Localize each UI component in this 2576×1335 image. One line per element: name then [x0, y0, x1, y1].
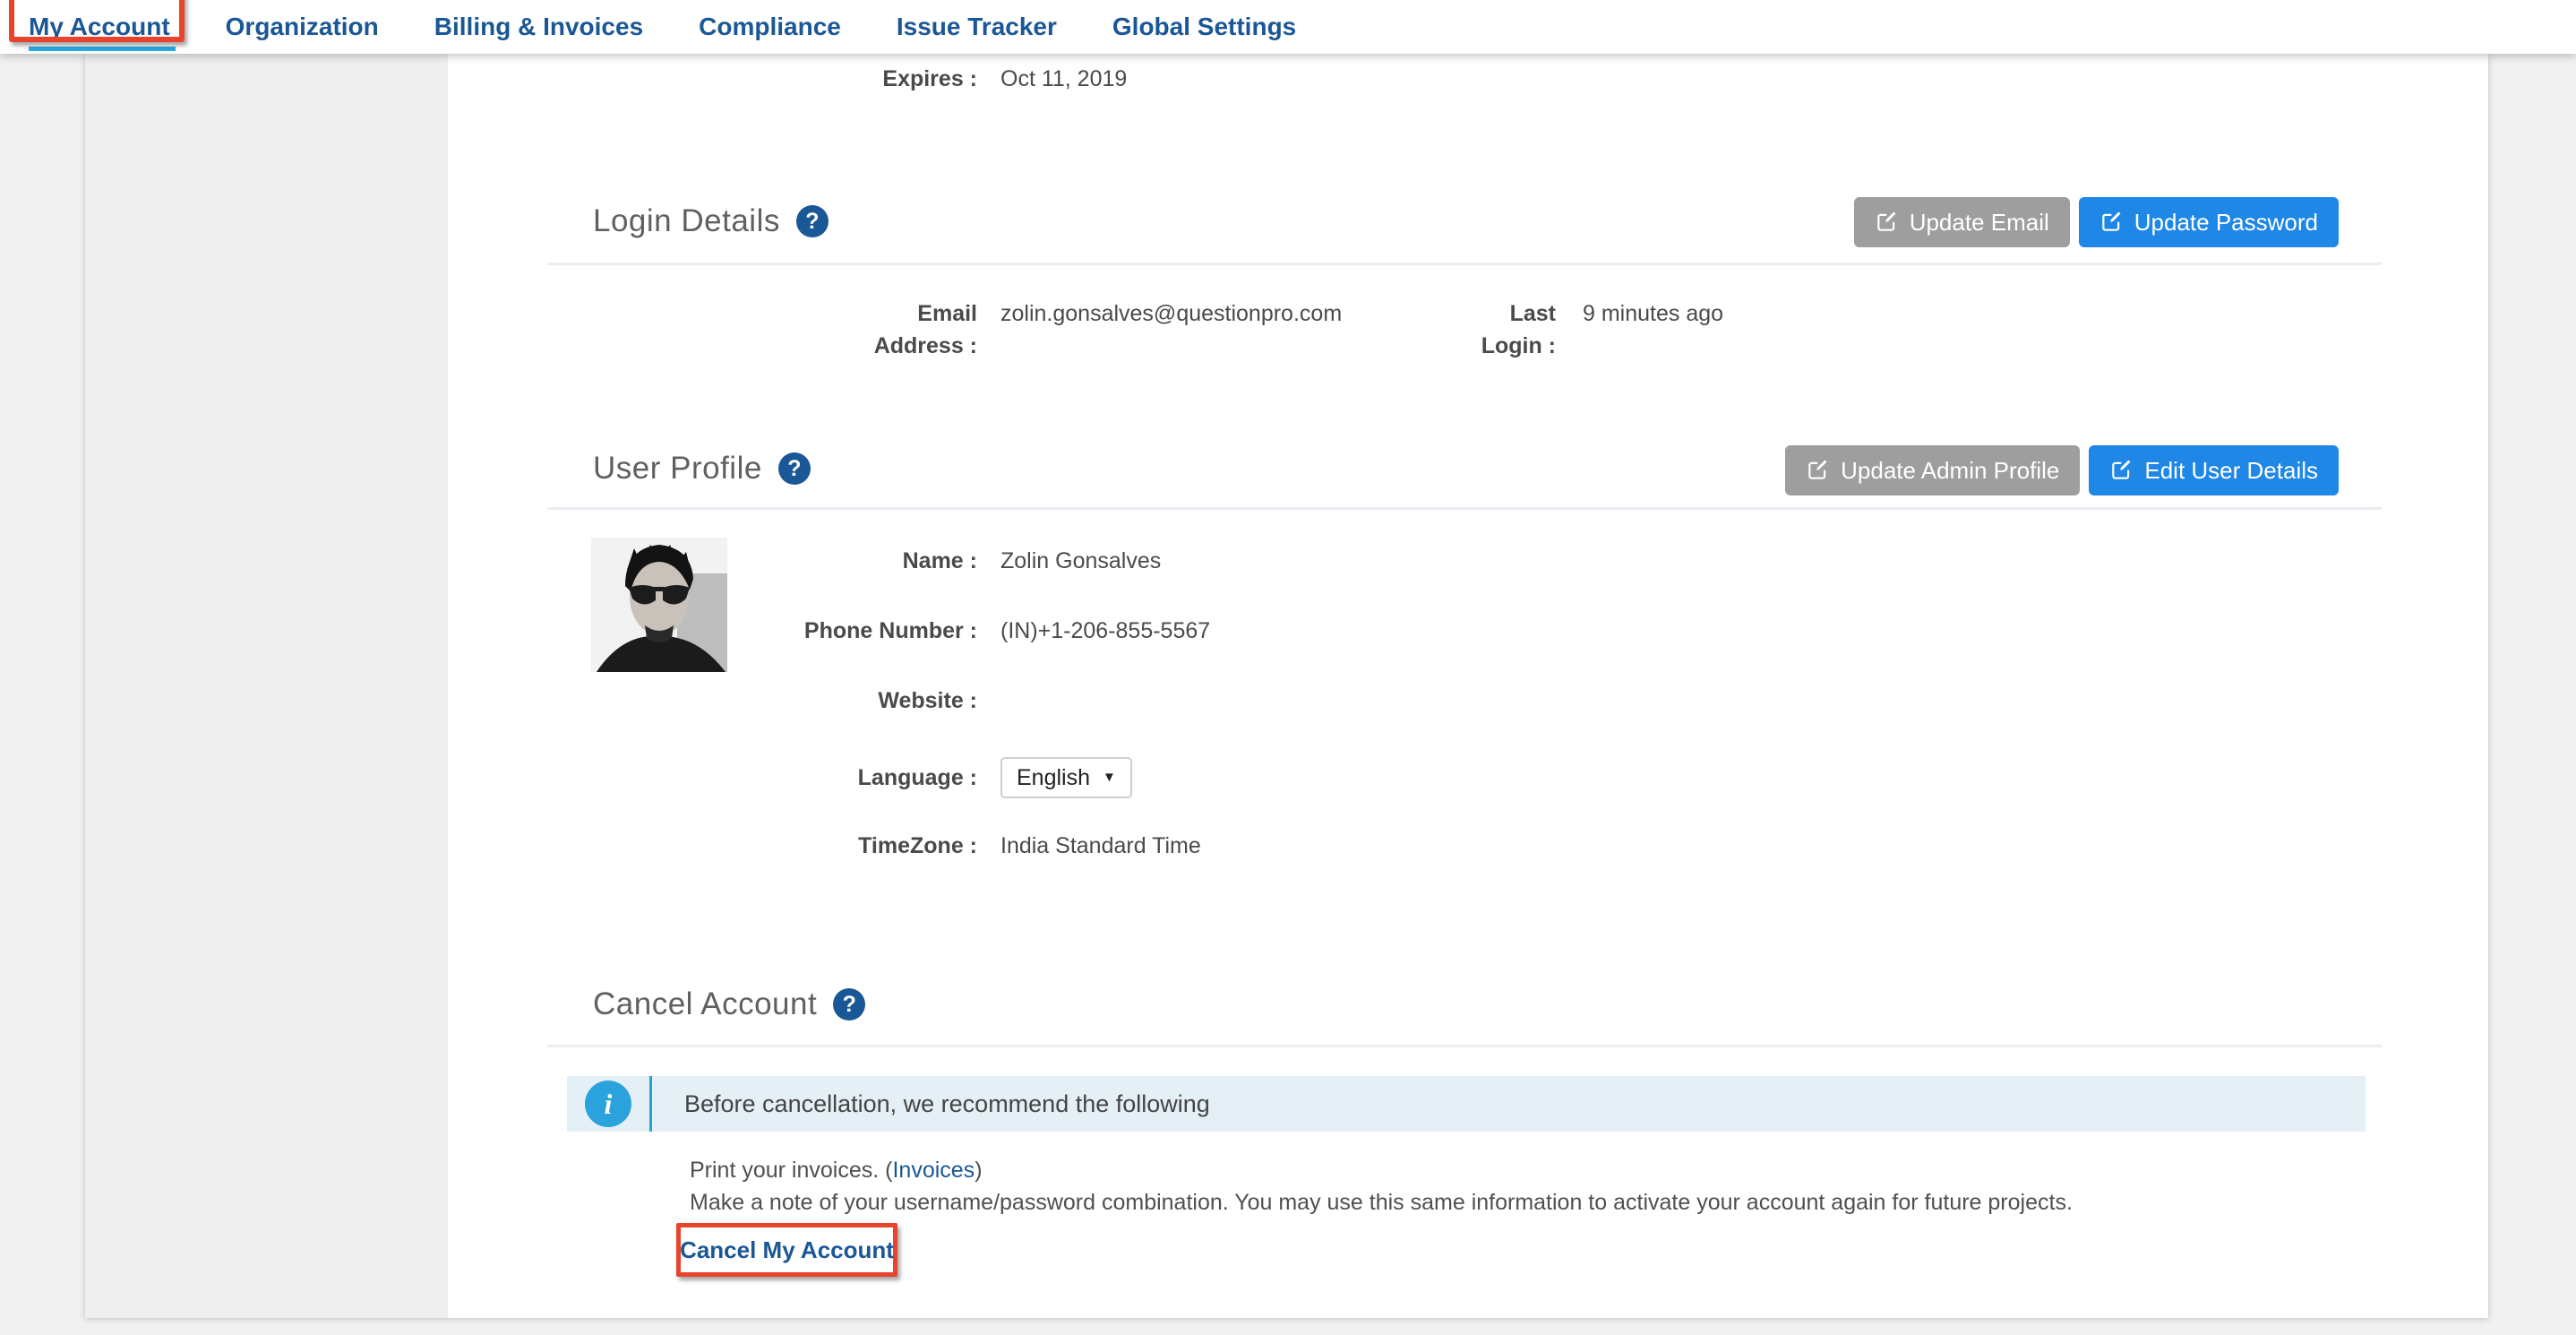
cancel-account-divider	[547, 1045, 2382, 1047]
timezone-row: TimeZone : India Standard Time	[547, 830, 1201, 862]
phone-row: Phone Number : (IN)+1-206-855-5567	[547, 615, 1210, 647]
left-sidebar-area	[85, 54, 448, 1318]
login-details-buttons: Update Email Update Password	[1854, 197, 2339, 247]
expires-value: Oct 11, 2019	[1000, 63, 1127, 95]
my-account-content: Expires : Oct 11, 2019 Login Details ? U…	[547, 54, 2382, 1318]
expires-label: Expires :	[547, 63, 977, 95]
phone-value: (IN)+1-206-855-5567	[1000, 615, 1210, 647]
language-selected-value: English	[1017, 762, 1090, 794]
active-tab-underline	[29, 47, 176, 51]
update-password-label: Update Password	[2134, 209, 2318, 237]
name-value: Zolin Gonsalves	[1000, 545, 1161, 577]
email-address-value: zolin.gonsalves@questionpro.com	[1000, 297, 1342, 362]
website-label: Website :	[547, 685, 977, 717]
print-invoices-line: Print your invoices. (Invoices)	[690, 1154, 2073, 1186]
login-details-divider	[547, 263, 2382, 265]
tab-my-account-label: My Account	[29, 13, 170, 40]
timezone-label: TimeZone :	[547, 830, 977, 862]
edit-icon	[2099, 211, 2123, 234]
cancel-account-help-icon[interactable]: ?	[833, 988, 865, 1021]
notice-text: Before cancellation, we recommend the fo…	[684, 1076, 1210, 1132]
language-row: Language : English ▼	[547, 757, 1132, 798]
last-login-row: Last Login : 9 minutes ago	[1353, 297, 1723, 362]
edit-icon	[1875, 211, 1898, 234]
user-profile-divider	[547, 507, 2382, 510]
update-admin-profile-label: Update Admin Profile	[1841, 457, 2059, 485]
info-icon: i	[585, 1081, 631, 1127]
tab-billing-invoices[interactable]: Billing & Invoices	[434, 13, 643, 41]
cancel-my-account-link[interactable]: Cancel My Account	[680, 1236, 894, 1264]
username-password-note: Make a note of your username/password co…	[690, 1186, 2073, 1219]
language-label: Language :	[547, 762, 977, 794]
name-row: Name : Zolin Gonsalves	[547, 545, 1161, 577]
print-invoices-text: Print your invoices. (	[690, 1158, 892, 1183]
email-address-label: Email Address :	[547, 297, 977, 362]
cancel-account-header: Cancel Account ?	[593, 985, 865, 1024]
user-profile-help-icon[interactable]: ?	[778, 452, 811, 485]
invoices-link[interactable]: Invoices	[892, 1158, 975, 1183]
tab-compliance[interactable]: Compliance	[699, 13, 841, 41]
user-profile-header: User Profile ?	[593, 449, 811, 488]
timezone-value: India Standard Time	[1000, 830, 1201, 862]
email-address-row: Email Address : zolin.gonsalves@question…	[547, 297, 1342, 362]
edit-user-details-button[interactable]: Edit User Details	[2089, 445, 2339, 495]
phone-label: Phone Number :	[547, 615, 977, 647]
user-profile-title: User Profile	[593, 451, 762, 487]
language-select[interactable]: English ▼	[1000, 757, 1132, 798]
login-details-header: Login Details ?	[593, 202, 829, 241]
last-login-value: 9 minutes ago	[1583, 297, 1723, 362]
tab-issue-tracker[interactable]: Issue Tracker	[897, 13, 1057, 41]
top-navigation: My Account Organization Billing & Invoic…	[0, 0, 2576, 54]
update-email-button[interactable]: Update Email	[1854, 197, 2070, 247]
cancel-account-title: Cancel Account	[593, 986, 817, 1022]
login-details-help-icon[interactable]: ?	[796, 205, 829, 237]
account-settings-panel: Expires : Oct 11, 2019 Login Details ? U…	[85, 54, 2488, 1318]
update-admin-profile-button[interactable]: Update Admin Profile	[1785, 445, 2080, 495]
user-profile-buttons: Update Admin Profile Edit User Details	[1785, 445, 2339, 495]
last-login-label: Last Login :	[1353, 297, 1556, 362]
notice-vertical-rule	[649, 1076, 652, 1132]
update-email-label: Update Email	[1910, 209, 2049, 237]
chevron-down-icon: ▼	[1103, 762, 1116, 794]
cancellation-notice-box: i Before cancellation, we recommend the …	[567, 1076, 2366, 1132]
tab-my-account[interactable]: My Account	[29, 13, 170, 41]
login-details-title: Login Details	[593, 203, 780, 239]
name-label: Name :	[547, 545, 977, 577]
print-invoices-text-close: )	[975, 1158, 982, 1183]
edit-icon	[1806, 459, 1829, 482]
annotation-box-cancel-account: Cancel My Account	[676, 1223, 897, 1277]
website-row: Website :	[547, 685, 1000, 717]
update-password-button[interactable]: Update Password	[2079, 197, 2339, 247]
edit-user-details-label: Edit User Details	[2144, 457, 2318, 485]
tab-global-settings[interactable]: Global Settings	[1112, 13, 1296, 41]
cancellation-instructions: Print your invoices. (Invoices) Make a n…	[690, 1154, 2073, 1219]
edit-icon	[2109, 459, 2133, 482]
expires-row: Expires : Oct 11, 2019	[547, 63, 1127, 95]
tab-organization[interactable]: Organization	[226, 13, 379, 41]
